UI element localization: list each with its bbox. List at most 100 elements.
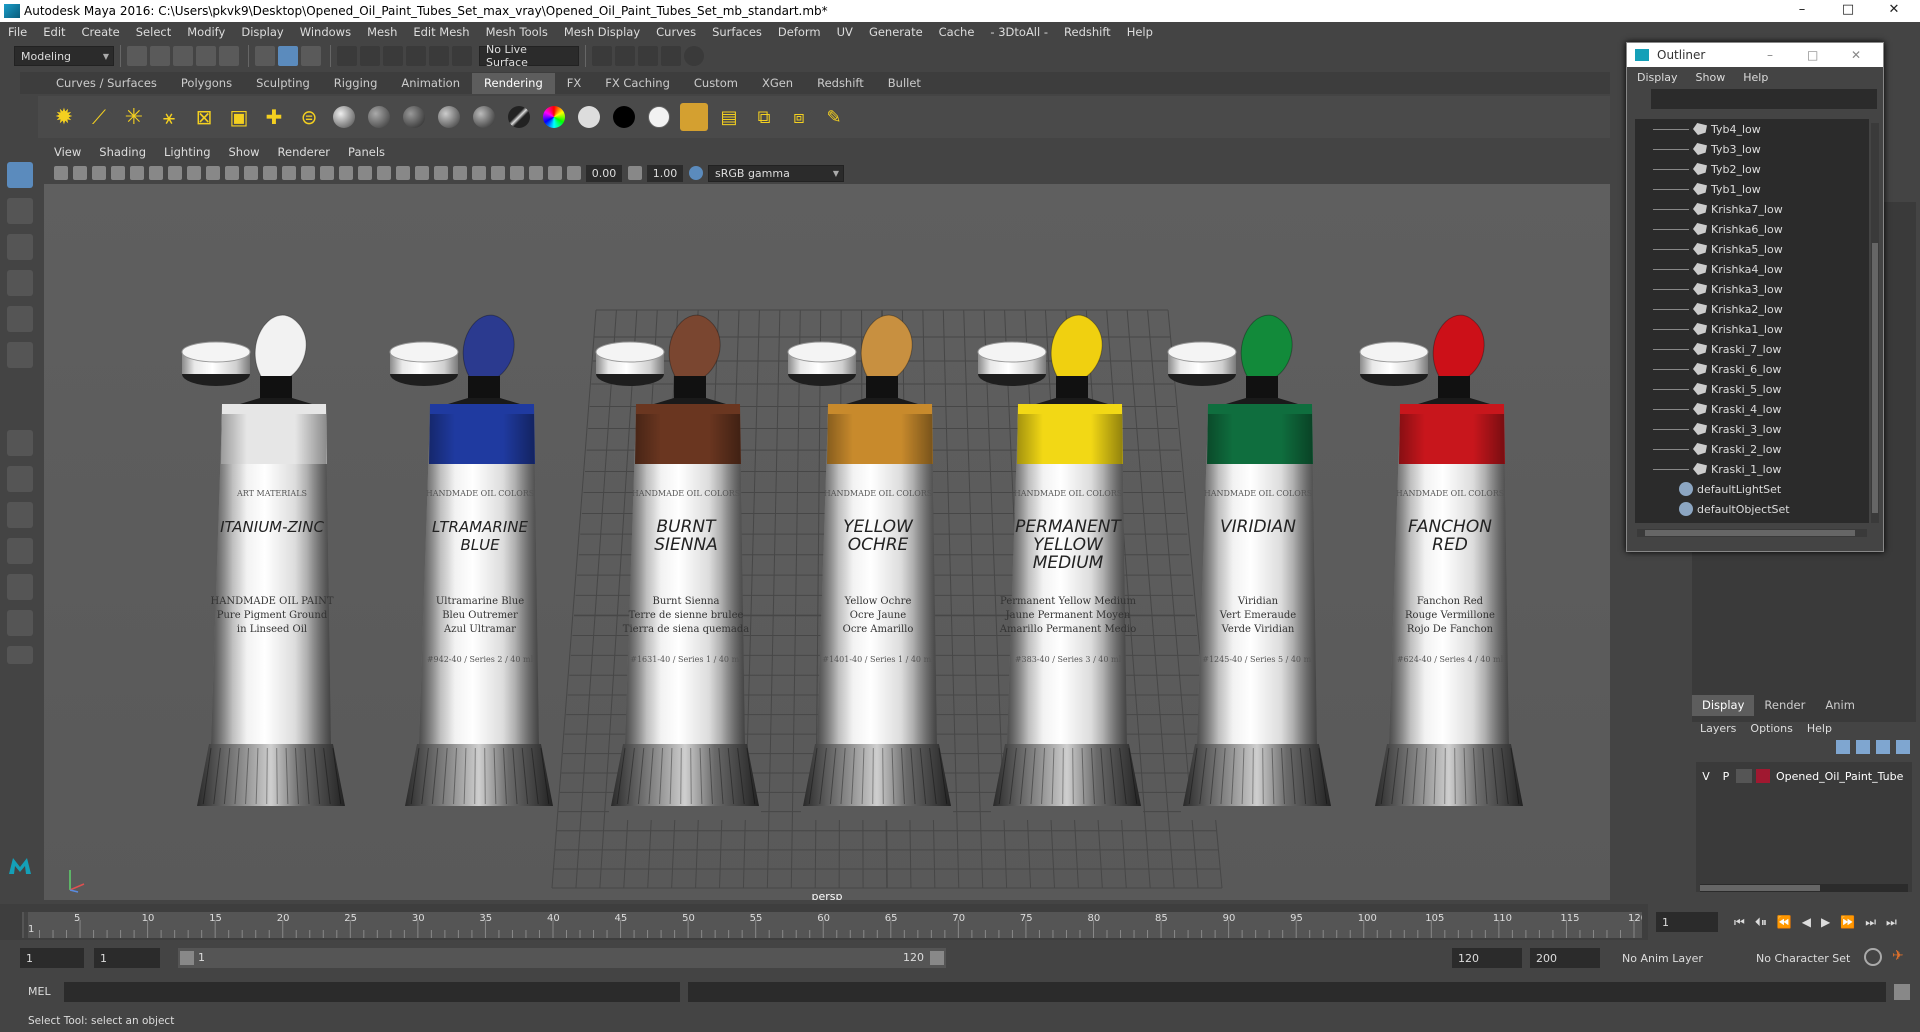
minimize-button[interactable]: – — [1782, 0, 1822, 22]
menu-redshift[interactable]: Redshift — [1064, 25, 1111, 39]
select-object-icon[interactable] — [278, 46, 298, 66]
viewport-menu-shading[interactable]: Shading — [99, 145, 146, 159]
outliner-item[interactable]: Krishka7_low — [1635, 199, 1869, 219]
outliner-hscrollbar[interactable] — [1637, 529, 1867, 537]
outliner-maximize-button[interactable]: □ — [1807, 48, 1818, 62]
menu-windows[interactable]: Windows — [300, 25, 351, 39]
color-space-dropdown[interactable]: sRGB gamma ▼ — [708, 164, 844, 182]
volume-light-icon[interactable]: ▣ — [225, 103, 253, 131]
paint-tube[interactable]: ART MATERIALS ITANIUM-ZINC HANDMADE OIL PA… — [181, 314, 347, 820]
paint-select-tool-icon[interactable] — [7, 234, 33, 260]
channelbox-tab-anim[interactable]: Anim — [1815, 695, 1865, 716]
go-to-end-icon[interactable]: ⏭ — [1886, 915, 1897, 930]
step-forward-key-icon[interactable]: ⏩ — [1840, 915, 1855, 929]
2d-pan-zoom-icon[interactable] — [130, 166, 144, 180]
render-sequence-icon[interactable]: ▤ — [715, 103, 743, 131]
play-forwards-icon[interactable]: ▶ — [1821, 915, 1830, 929]
menu-curves[interactable]: Curves — [656, 25, 696, 39]
close-button[interactable]: ✕ — [1874, 0, 1914, 22]
menu-uv[interactable]: UV — [837, 25, 853, 39]
screen-space-ao-icon[interactable] — [434, 166, 448, 180]
outliner-hscroll-thumb[interactable] — [1645, 530, 1855, 536]
step-back-key-icon[interactable]: ⏪ — [1777, 915, 1792, 929]
gamma-icon[interactable] — [628, 166, 642, 180]
render-settings-shelf-icon[interactable] — [680, 103, 708, 131]
layer-name[interactable]: Opened_Oil_Paint_Tube — [1776, 770, 1903, 783]
shelf-tab-animation[interactable]: Animation — [389, 73, 472, 94]
menu-surfaces[interactable]: Surfaces — [712, 25, 762, 39]
isolate-select-icon[interactable] — [491, 166, 505, 180]
shelf-tab-redshift[interactable]: Redshift — [805, 73, 876, 94]
current-time-marker[interactable] — [24, 912, 28, 938]
use-all-lights-icon[interactable] — [396, 166, 410, 180]
save-scene-icon[interactable] — [173, 46, 193, 66]
paint-tube[interactable]: HANDMADE OIL COLORS PERMANENTYELLOWMEDIUM… — [977, 314, 1143, 820]
time-slider-track[interactable]: 1 5 10 15 20 25 30 35 40 45 50 55 60 65 70 75 80 85 90 95 10… — [22, 912, 1642, 938]
outliner-search-input[interactable] — [1651, 89, 1877, 109]
layer-row[interactable]: V P Opened_Oil_Paint_Tube — [1696, 766, 1912, 786]
ambient-light-icon[interactable]: ✹ — [50, 103, 78, 131]
camera-attributes-icon[interactable] — [73, 166, 87, 180]
menu-modify[interactable]: Modify — [187, 25, 225, 39]
shelf-tab-curves-surfaces[interactable]: Curves / Surfaces — [44, 73, 169, 94]
outliner-item[interactable]: Kraski_7_low — [1635, 339, 1869, 359]
gate-mask-icon[interactable] — [225, 166, 239, 180]
create-camera-icon[interactable]: ✚ — [260, 103, 288, 131]
paint-tube[interactable]: HANDMADE OIL COLORS LTRAMARINEBLUE Ultrama… — [389, 314, 555, 820]
auto-key-icon[interactable] — [1864, 948, 1882, 966]
viewport-menu-show[interactable]: Show — [229, 145, 260, 159]
menu-file[interactable]: File — [8, 25, 27, 39]
script-language-label[interactable]: MEL — [28, 985, 51, 998]
layered-shader-icon[interactable] — [645, 103, 673, 131]
channelbox-tab-display[interactable]: Display — [1692, 695, 1755, 716]
menu-mesh-display[interactable]: Mesh Display — [564, 25, 640, 39]
perspective-viewport[interactable]: ART MATERIALS ITANIUM-ZINC HANDMADE OIL PA… — [44, 184, 1610, 900]
snap-surface-icon[interactable] — [429, 46, 449, 66]
move-tool-icon[interactable] — [7, 270, 33, 296]
multisample-aa-icon[interactable] — [472, 166, 486, 180]
outliner-item[interactable]: Kraski_6_low — [1635, 359, 1869, 379]
layer-display-type[interactable] — [1736, 769, 1752, 783]
point-light-icon[interactable]: ✳ — [120, 103, 148, 131]
film-gate-icon[interactable] — [187, 166, 201, 180]
go-to-start-icon[interactable]: ⏮ — [1734, 915, 1745, 930]
character-set-dropdown[interactable]: No Character Set — [1756, 948, 1856, 968]
anim-layer-dropdown[interactable]: No Anim Layer — [1622, 948, 1742, 968]
snap-curve-icon[interactable] — [360, 46, 380, 66]
color-management-icon[interactable] — [689, 166, 703, 180]
mode-dropdown[interactable]: Modeling ▼ — [14, 46, 114, 66]
layer-menu-layers[interactable]: Layers — [1700, 722, 1736, 735]
ramp-shader-icon[interactable] — [505, 103, 533, 131]
layer-visibility-toggle[interactable]: V — [1696, 770, 1716, 783]
four-view-layout-icon[interactable] — [7, 466, 33, 492]
scale-tool-icon[interactable] — [7, 342, 33, 368]
outliner-item[interactable]: Krishka5_low — [1635, 239, 1869, 259]
outliner-item[interactable]: Kraski_3_low — [1635, 419, 1869, 439]
grid-icon[interactable] — [168, 166, 182, 180]
default-material-icon[interactable] — [339, 166, 353, 180]
current-frame-field[interactable]: 1 — [1656, 912, 1718, 932]
render-current-frame-icon[interactable] — [592, 46, 612, 66]
animation-preferences-icon[interactable]: ✈ — [1892, 948, 1910, 966]
outliner-item[interactable]: Krishka6_low — [1635, 219, 1869, 239]
new-empty-layer-icon[interactable] — [1876, 740, 1890, 754]
viewport-menu-renderer[interactable]: Renderer — [278, 145, 331, 159]
layer-menu-options[interactable]: Options — [1750, 722, 1792, 735]
menu-deform[interactable]: Deform — [778, 25, 821, 39]
outliner-menu-help[interactable]: Help — [1743, 71, 1768, 84]
script-editor-icon[interactable] — [1894, 984, 1910, 1000]
color-wheel-icon[interactable] — [540, 103, 568, 131]
camera-aim-icon[interactable]: ⊜ — [295, 103, 323, 131]
live-surface-field[interactable]: No Live Surface — [479, 43, 579, 69]
rotate-tool-icon[interactable] — [7, 306, 33, 332]
paint-tube[interactable]: HANDMADE OIL COLORS FANCHONRED Fanchon Red… — [1359, 314, 1525, 820]
outliner-scroll-thumb[interactable] — [1872, 243, 1878, 513]
x-ray-joints-icon[interactable] — [529, 166, 543, 180]
outliner-item[interactable]: Krishka1_low — [1635, 319, 1869, 339]
select-camera-icon[interactable] — [54, 166, 68, 180]
shelf-tab-fx[interactable]: FX — [555, 73, 594, 94]
new-layer-from-selection-icon[interactable] — [1896, 740, 1910, 754]
layer-hscrollbar[interactable] — [1700, 884, 1908, 892]
grease-pencil-icon[interactable] — [149, 166, 163, 180]
mel-input[interactable] — [64, 982, 680, 1002]
